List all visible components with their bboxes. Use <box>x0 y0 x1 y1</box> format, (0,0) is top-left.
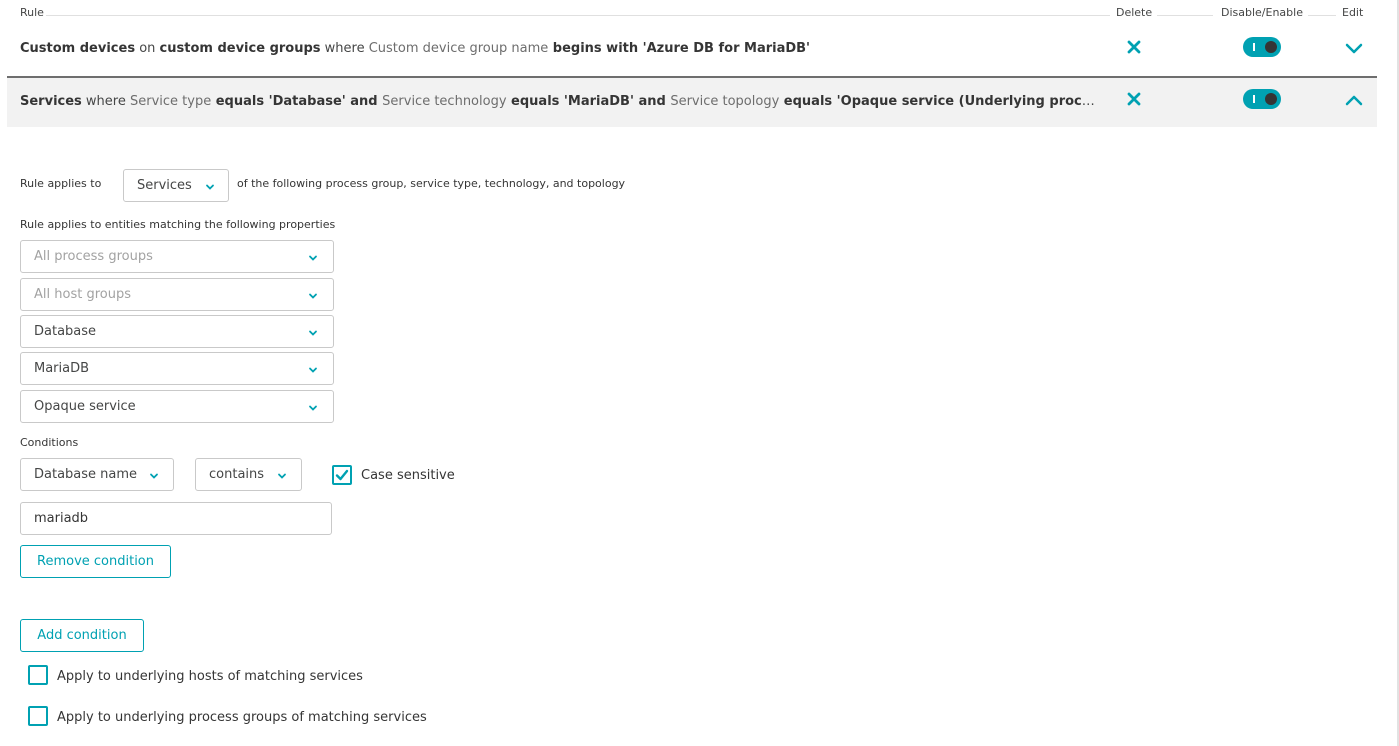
apply-hosts-checkbox[interactable] <box>28 665 48 685</box>
toggle-on-mark <box>1253 43 1255 51</box>
rule-condition: equals 'Database' and <box>211 94 383 109</box>
apply-process-groups-checkbox[interactable] <box>28 706 48 726</box>
applies-to-label: Rule applies to <box>20 177 102 190</box>
service-type-select[interactable]: Database <box>20 315 334 348</box>
close-icon[interactable] <box>1127 92 1141 106</box>
header-divider <box>1308 15 1336 16</box>
applies-to-value: Services <box>137 178 192 193</box>
chevron-down-icon <box>309 255 317 261</box>
process-groups-placeholder: All process groups <box>34 249 153 264</box>
topology-value: Opaque service <box>34 399 136 414</box>
rule-row-expanded[interactable]: Services where Service type equals 'Data… <box>7 76 1377 127</box>
rule-property: Service type <box>130 94 212 109</box>
properties-label: Rule applies to entities matching the fo… <box>20 218 336 231</box>
chevron-up-icon[interactable] <box>1344 93 1364 107</box>
rule-property: Service technology <box>382 94 507 109</box>
rule-description: Services where Service type equals 'Data… <box>20 78 1095 125</box>
column-header-edit: Edit <box>1341 6 1365 19</box>
chevron-down-icon <box>309 405 317 411</box>
applies-to-suffix: of the following process group, service … <box>237 177 626 190</box>
applies-to-select[interactable]: Services <box>123 169 229 202</box>
header-divider <box>1157 15 1213 16</box>
header-divider <box>46 15 1110 16</box>
rule-condition: begins with 'Azure DB for MariaDB' <box>548 41 811 56</box>
condition-key-select[interactable]: Database name <box>20 458 174 491</box>
rule-description: Custom devices on custom device groups w… <box>20 24 1095 74</box>
rule-condition: equals 'Opaque service (Underlying proce… <box>783 94 1095 109</box>
rule-property: Custom device group name <box>368 41 549 56</box>
column-header-delete: Delete <box>1115 6 1154 19</box>
rule-row[interactable]: Custom devices on custom device groups w… <box>7 24 1377 74</box>
rule-text: where <box>320 41 369 56</box>
condition-operator-select[interactable]: contains <box>195 458 302 491</box>
apply-process-groups-label: Apply to underlying process groups of ma… <box>57 710 427 725</box>
chevron-down-icon <box>150 473 158 479</box>
rule-condition: equals 'MariaDB' and <box>506 94 671 109</box>
host-groups-select[interactable]: All host groups <box>20 278 334 311</box>
chevron-down-icon <box>309 293 317 299</box>
chevron-down-icon <box>309 367 317 373</box>
enable-toggle[interactable] <box>1243 37 1281 57</box>
chevron-down-icon <box>309 330 317 336</box>
chevron-down-icon[interactable] <box>1344 42 1364 56</box>
service-type-value: Database <box>34 324 97 339</box>
add-condition-button[interactable]: Add condition <box>20 619 144 652</box>
chevron-down-icon <box>278 473 286 479</box>
condition-operator-value: contains <box>209 467 265 482</box>
close-icon[interactable] <box>1127 40 1141 54</box>
toggle-knob <box>1265 93 1277 105</box>
condition-key-value: Database name <box>34 467 138 482</box>
process-groups-select[interactable]: All process groups <box>20 240 334 273</box>
toggle-knob <box>1265 41 1277 53</box>
rule-text: where <box>81 94 130 109</box>
chevron-down-icon <box>206 184 214 190</box>
host-groups-placeholder: All host groups <box>34 287 131 302</box>
case-sensitive-label: Case sensitive <box>361 468 455 483</box>
apply-hosts-label: Apply to underlying hosts of matching se… <box>57 669 363 684</box>
rule-text: on <box>135 41 160 56</box>
technology-select[interactable]: MariaDB <box>20 352 334 385</box>
topology-select[interactable]: Opaque service <box>20 390 334 423</box>
toggle-on-mark <box>1253 95 1255 103</box>
rules-table-header: Rule Delete Disable/Enable Edit <box>0 0 1397 22</box>
condition-value-input[interactable]: mariadb <box>20 502 332 535</box>
condition-value-text: mariadb <box>34 511 89 526</box>
remove-condition-button[interactable]: Remove condition <box>20 545 171 578</box>
conditions-label: Conditions <box>20 436 79 449</box>
rule-property: Service topology <box>670 94 780 109</box>
column-header-disable-enable: Disable/Enable <box>1220 6 1304 19</box>
checkmark-icon <box>335 469 349 481</box>
rule-entity: Custom devices <box>20 41 136 56</box>
case-sensitive-checkbox[interactable] <box>332 465 352 485</box>
column-header-rule: Rule <box>19 6 45 19</box>
technology-value: MariaDB <box>34 361 90 376</box>
enable-toggle[interactable] <box>1243 89 1281 109</box>
rule-entity: Services <box>20 94 82 109</box>
rule-entity: custom device groups <box>159 41 321 56</box>
